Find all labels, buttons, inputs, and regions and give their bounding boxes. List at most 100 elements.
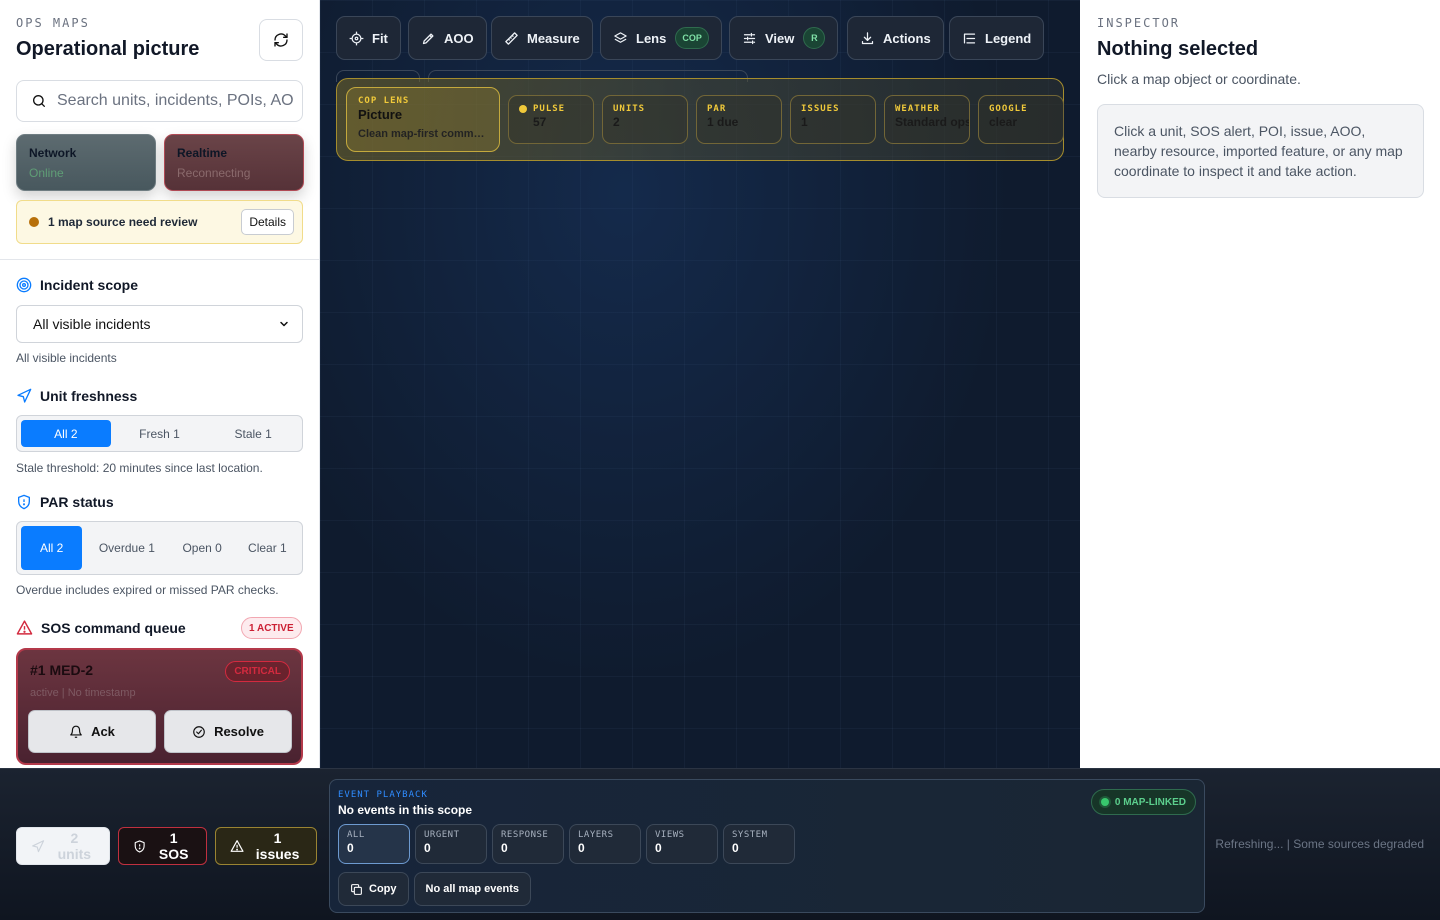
details-button[interactable]: Details (241, 209, 294, 235)
metric-weather[interactable]: WEATHER Standard ops (884, 95, 970, 144)
filter-key: LAYERS (578, 830, 614, 840)
navigation-arrow-icon (32, 839, 45, 852)
bell-icon (70, 725, 82, 738)
check-circle-icon (193, 725, 205, 738)
realtime-status-card: Realtime Reconnecting (164, 134, 304, 191)
cop-lens-description: Clean map-first command view (358, 128, 488, 140)
unit-freshness-heading: Unit freshness (16, 388, 137, 404)
copy-button[interactable]: Copy (338, 872, 409, 906)
alert-triangle-icon (230, 840, 244, 852)
aoo-button[interactable]: AOO (408, 16, 487, 60)
refresh-icon (274, 33, 288, 47)
metric-pulse[interactable]: PULSE 57 (508, 95, 594, 144)
par-segmented-control: All 2 Overdue 1 Open 0 Clear 1 (16, 521, 303, 575)
filter-count: 0 (501, 841, 508, 855)
lens-button[interactable]: Lens COP (600, 16, 722, 60)
filter-count: 0 (578, 841, 585, 855)
cop-lens-key: COP LENS (358, 96, 410, 106)
resolve-button[interactable]: Resolve (164, 710, 292, 753)
inspector-subtitle: Click a map object or coordinate. (1097, 71, 1301, 87)
ack-button[interactable]: Ack (28, 710, 156, 753)
lens-mode-pill: COP (675, 27, 709, 49)
freshness-hint: Stale threshold: 20 minutes since last l… (16, 461, 263, 475)
par-option-all[interactable]: All 2 (21, 526, 83, 570)
legend-label: Legend (985, 30, 1032, 46)
view-button[interactable]: View R (729, 16, 839, 60)
units-count: 2 units (57, 830, 92, 862)
incident-scope-label: Incident scope (40, 277, 139, 293)
par-option-overdue[interactable]: Overdue 1 (86, 526, 167, 570)
filter-count: 0 (732, 841, 739, 855)
divider (0, 259, 319, 260)
sos-alert-card[interactable]: #1 MED-2 CRITICAL active | No timestamp … (16, 648, 303, 765)
freshness-option-fresh[interactable]: Fresh 1 (115, 420, 205, 447)
cop-lens-card[interactable]: COP LENS Picture Clean map-first command… (346, 87, 500, 152)
issues-filter-button[interactable]: 1 issues (215, 827, 317, 865)
ack-label: Ack (91, 724, 115, 739)
metric-par[interactable]: PAR 1 due (696, 95, 782, 144)
filter-count: 0 (347, 841, 354, 855)
alert-triangle-icon (16, 620, 33, 635)
sos-queue-label: SOS command queue (41, 619, 186, 636)
event-filter-chips: ALL 0 URGENT 0 RESPONSE 0 LAYERS 0 VIEWS… (338, 824, 795, 864)
lens-label: Lens (636, 30, 667, 46)
event-filter-urgent[interactable]: URGENT 0 (415, 824, 487, 864)
search-box (16, 80, 303, 122)
incident-scope-heading: Incident scope (16, 277, 138, 293)
aoo-label: AOO (444, 30, 474, 46)
layers-icon (614, 31, 627, 43)
sliders-icon (743, 32, 756, 44)
fit-button[interactable]: Fit (336, 16, 401, 60)
resolve-label: Resolve (214, 724, 264, 739)
filter-count: 0 (424, 841, 431, 855)
metric-value: Standard ops (895, 115, 970, 129)
target-icon (16, 277, 32, 293)
metric-google[interactable]: GOOGLE clear (978, 95, 1064, 144)
units-filter-button[interactable]: 2 units (16, 827, 110, 865)
par-option-clear[interactable]: Clear 1 (237, 526, 298, 570)
inspector-help: Click a unit, SOS alert, POI, issue, AOO… (1097, 104, 1424, 198)
event-filter-system[interactable]: SYSTEM 0 (723, 824, 795, 864)
sync-status-text: Refreshing... | Some sources degraded (1215, 837, 1424, 851)
event-filter-all[interactable]: ALL 0 (338, 824, 410, 864)
event-filter-layers[interactable]: LAYERS 0 (569, 824, 641, 864)
event-filter-response[interactable]: RESPONSE 0 (492, 824, 564, 864)
event-scope-button[interactable]: No all map events (413, 872, 532, 906)
par-status-label: PAR status (40, 494, 114, 510)
measure-button[interactable]: Measure (491, 16, 593, 60)
view-label: View (765, 30, 795, 46)
bottom-bar: 2 units 1 SOS 1 issues EVENT PLAYBACK No… (0, 768, 1440, 920)
legend-button[interactable]: Legend (949, 16, 1045, 60)
inspector-panel: INSPECTOR Nothing selected Click a map o… (1080, 0, 1440, 768)
playback-title: No events in this scope (338, 803, 473, 817)
search-input[interactable] (57, 92, 293, 110)
freshness-option-stale[interactable]: Stale 1 (208, 420, 298, 447)
severity-badge: CRITICAL (225, 661, 290, 682)
par-option-open[interactable]: Open 0 (172, 526, 233, 570)
filter-key: RESPONSE (501, 830, 549, 840)
inspector-title: Nothing selected (1097, 38, 1259, 60)
metric-value: clear (989, 115, 1018, 129)
status-dot-icon (1100, 798, 1109, 806)
metric-key: PULSE (519, 104, 583, 114)
metric-issues[interactable]: ISSUES 1 (790, 95, 876, 144)
freshness-option-all[interactable]: All 2 (21, 420, 111, 447)
cop-lens-panel: COP LENS Picture Clean map-first command… (336, 78, 1064, 161)
sos-filter-button[interactable]: 1 SOS (118, 827, 207, 865)
map-canvas[interactable]: Fit AOO Measure Lens COP View R Actions … (320, 0, 1080, 768)
map-linked-badge: 0 MAP-LINKED (1090, 789, 1196, 815)
metric-units[interactable]: UNITS 2 (602, 95, 688, 144)
fit-label: Fit (372, 30, 388, 46)
left-panel: OPS MAPS Operational picture Network Onl… (0, 0, 320, 768)
incident-scope-select[interactable]: All visible incidents (16, 305, 303, 343)
event-filter-views[interactable]: VIEWS 0 (646, 824, 718, 864)
refresh-button[interactable] (259, 19, 303, 61)
realtime-value: Reconnecting (177, 166, 251, 180)
filter-key: ALL (347, 830, 365, 840)
ruler-icon (505, 31, 518, 45)
shield-alert-icon (134, 839, 145, 853)
network-label: Network (29, 146, 77, 160)
actions-button[interactable]: Actions (847, 16, 944, 60)
copy-label: Copy (369, 883, 397, 895)
sos-queue-heading: SOS command queue (16, 619, 186, 636)
